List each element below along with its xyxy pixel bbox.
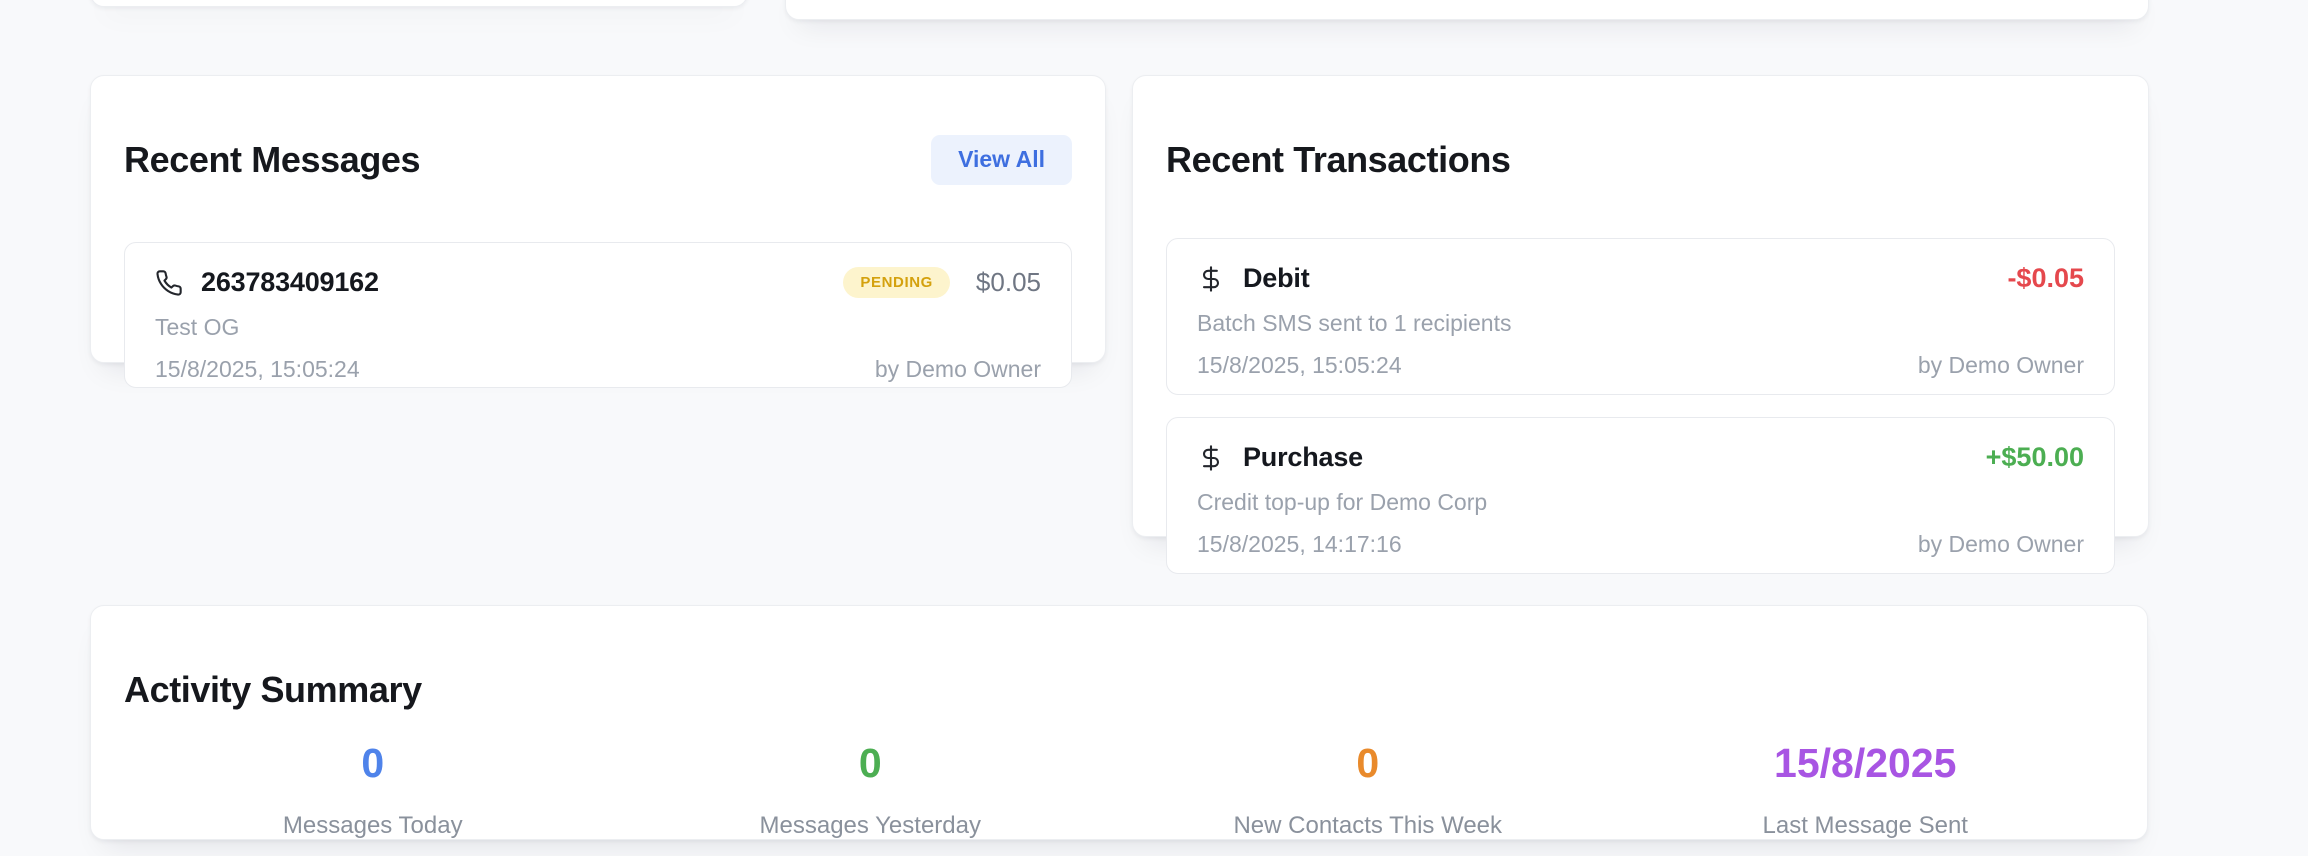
- transaction-amount: -$0.05: [2007, 263, 2084, 294]
- transaction-type: Debit: [1243, 263, 1310, 294]
- transaction-item-header-row: Debit -$0.05: [1197, 263, 2084, 294]
- transaction-item-footer-row: 15/8/2025, 14:17:16 by Demo Owner: [1197, 531, 2084, 558]
- message-recipient-number: 263783409162: [201, 267, 379, 298]
- stat-messages-yesterday: 0 Messages Yesterday: [622, 741, 1120, 840]
- recent-messages-header: Recent Messages View All: [124, 109, 1072, 211]
- stat-label: Last Message Sent: [1762, 812, 1968, 840]
- activity-summary-title: Activity Summary: [124, 668, 422, 710]
- view-all-button[interactable]: View All: [931, 135, 1072, 185]
- activity-summary-card: Activity Summary 0 Messages Today 0 Mess…: [90, 605, 2148, 840]
- dollar-icon: [1197, 444, 1225, 472]
- activity-stats-row: 0 Messages Today 0 Messages Yesterday 0 …: [124, 741, 2114, 840]
- transaction-item-header-row: Purchase +$50.00: [1197, 442, 2084, 473]
- transaction-type-group: Purchase: [1197, 442, 1363, 473]
- stat-value: 0: [858, 740, 882, 787]
- transaction-amount: +$50.00: [1985, 442, 2084, 473]
- transaction-description: Credit top-up for Demo Corp: [1197, 489, 1488, 516]
- message-author: by Demo Owner: [874, 356, 1041, 383]
- dollar-icon: [1197, 265, 1225, 293]
- transaction-author: by Demo Owner: [1917, 352, 2084, 379]
- message-body-text: Test OG: [155, 314, 240, 341]
- transaction-item-footer-row: 15/8/2025, 15:05:24 by Demo Owner: [1197, 352, 2084, 379]
- recent-transactions-card: Recent Transactions Debit -$0.05 Batch S…: [1132, 75, 2149, 575]
- stat-value: 15/8/2025: [1774, 740, 1957, 787]
- stat-value: 0: [1356, 740, 1380, 787]
- transaction-type-group: Debit: [1197, 263, 1310, 294]
- top-right-card-cut-off: [785, 0, 2149, 20]
- message-item-meta-group: PENDING $0.05: [843, 267, 1041, 299]
- recent-transactions-header: Recent Transactions: [1166, 109, 2115, 211]
- transaction-description: Batch SMS sent to 1 recipients: [1197, 310, 1512, 337]
- phone-icon: [155, 269, 183, 297]
- message-item-header-row: 263783409162 PENDING $0.05: [155, 267, 1041, 299]
- dashboard-page: Recent Messages View All 263783409162 PE…: [0, 0, 2308, 856]
- message-timestamp: 15/8/2025, 15:05:24: [155, 356, 360, 383]
- transaction-timestamp: 15/8/2025, 14:17:16: [1197, 531, 1402, 558]
- message-list-item: 263783409162 PENDING $0.05 Test OG 15/8/…: [124, 242, 1072, 389]
- message-item-recipient-group: 263783409162: [155, 267, 379, 298]
- message-item-footer-row: 15/8/2025, 15:05:24 by Demo Owner: [155, 356, 1041, 383]
- stat-new-contacts-this-week: 0 New Contacts This Week: [1119, 741, 1617, 840]
- stat-messages-today: 0 Messages Today: [124, 741, 622, 840]
- recent-messages-title: Recent Messages: [124, 138, 421, 180]
- transaction-list-item: Debit -$0.05 Batch SMS sent to 1 recipie…: [1166, 238, 2115, 396]
- transaction-type: Purchase: [1243, 442, 1363, 473]
- transaction-list-item: Purchase +$50.00 Credit top-up for Demo …: [1166, 417, 2115, 575]
- top-left-card-cut-off: [90, 0, 748, 7]
- transaction-timestamp: 15/8/2025, 15:05:24: [1197, 352, 1402, 379]
- stat-label: Messages Yesterday: [759, 812, 981, 840]
- recent-messages-card: Recent Messages View All 263783409162 PE…: [90, 75, 1106, 389]
- stat-last-message-sent: 15/8/2025 Last Message Sent: [1617, 741, 2115, 840]
- status-badge: PENDING: [843, 267, 950, 299]
- transaction-author: by Demo Owner: [1917, 531, 2084, 558]
- stat-label: New Contacts This Week: [1233, 812, 1503, 840]
- stat-label: Messages Today: [282, 812, 463, 840]
- stat-value: 0: [361, 740, 385, 787]
- recent-transactions-title: Recent Transactions: [1166, 138, 1511, 180]
- message-cost: $0.05: [975, 267, 1041, 298]
